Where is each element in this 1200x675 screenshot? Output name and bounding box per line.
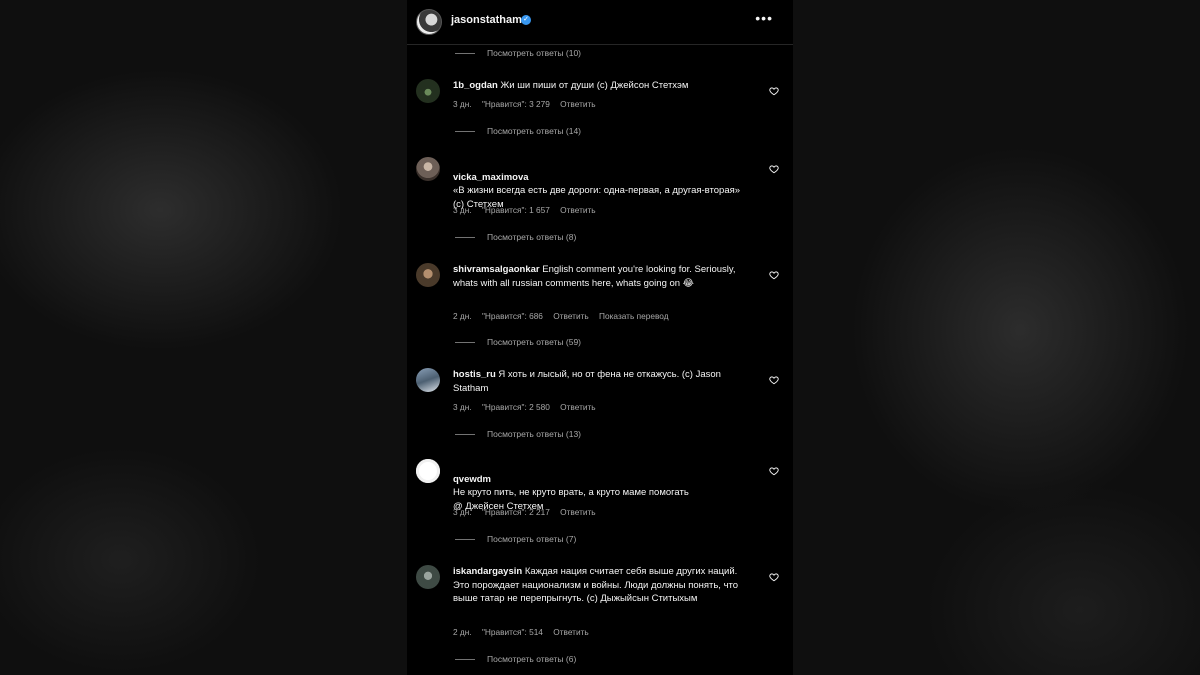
reply-button[interactable]: Ответить (560, 99, 595, 109)
show-translation-button[interactable]: Показать перевод (599, 311, 669, 321)
reply-button[interactable]: Ответить (560, 507, 595, 517)
account-username[interactable]: jasonstatham (451, 14, 522, 26)
like-heart-icon[interactable] (769, 572, 779, 582)
commenter-avatar[interactable] (416, 368, 440, 392)
comment-time: 3 дн. (453, 507, 472, 517)
comments-panel: jasonstatham ✓ ••• Посмотреть ответы (10… (407, 0, 793, 675)
comment-text: vicka_maximova «В жизни всегда есть две … (453, 157, 743, 211)
reply-button[interactable]: Ответить (560, 205, 595, 215)
comment-text: shivramsalgaonkar English comment you're… (453, 263, 743, 290)
reply-button[interactable]: Ответить (553, 311, 588, 321)
replies-divider (455, 237, 475, 239)
view-replies-label: Посмотреть ответы (7) (487, 534, 577, 544)
comment-time: 3 дн. (453, 99, 472, 109)
comment-meta: 3 дн. "Нравится": 3 279 Ответить (453, 99, 604, 109)
replies-divider (455, 659, 475, 661)
commenter-username[interactable]: vicka_maximova (453, 172, 529, 183)
comment-likes[interactable]: "Нравится": 2 217 (482, 507, 550, 517)
replies-divider (455, 53, 475, 55)
comment-meta: 3 дн. "Нравится": 2 580 Ответить (453, 402, 604, 412)
view-replies-button[interactable]: Посмотреть ответы (8) (455, 232, 576, 246)
commenter-avatar[interactable] (416, 459, 440, 483)
commenter-username[interactable]: shivramsalgaonkar (453, 264, 540, 275)
commenter-username[interactable]: hostis_ru (453, 369, 496, 380)
view-replies-label: Посмотреть ответы (14) (487, 126, 581, 136)
replies-divider (455, 434, 475, 436)
view-replies-button[interactable]: Посмотреть ответы (13) (455, 429, 581, 443)
like-heart-icon[interactable] (769, 375, 779, 385)
view-replies-label: Посмотреть ответы (6) (487, 654, 577, 664)
comment-content: Жи ши пиши от души (с) Джейсон Стетхэм (500, 80, 689, 91)
view-replies-label: Посмотреть ответы (10) (487, 48, 581, 58)
view-replies-label: Посмотреть ответы (59) (487, 337, 581, 347)
more-options-icon[interactable]: ••• (755, 10, 773, 26)
verified-badge-icon: ✓ (521, 15, 531, 25)
commenter-username[interactable]: qvewdm (453, 474, 491, 485)
reply-button[interactable]: Ответить (560, 402, 595, 412)
comment-likes[interactable]: "Нравится": 514 (482, 627, 543, 637)
replies-divider (455, 131, 475, 133)
replies-divider (455, 342, 475, 344)
like-heart-icon[interactable] (769, 86, 779, 96)
reply-button[interactable]: Ответить (553, 627, 588, 637)
post-header: jasonstatham ✓ ••• (407, 0, 793, 45)
comment-text: hostis_ru Я хоть и лысый, но от фена не … (453, 368, 743, 395)
comment-meta: 3 дн. "Нравится": 1 657 Ответить (453, 205, 604, 215)
comment-meta: 3 дн. "Нравится": 2 217 Ответить (453, 507, 604, 517)
like-heart-icon[interactable] (769, 164, 779, 174)
comment-text: 1b_ogdan Жи ши пиши от души (с) Джейсон … (453, 79, 743, 93)
view-replies-label: Посмотреть ответы (8) (487, 232, 577, 242)
view-replies-button[interactable]: Посмотреть ответы (10) (455, 48, 581, 62)
comment-meta: 2 дн. "Нравится": 514 Ответить (453, 627, 597, 637)
like-heart-icon[interactable] (769, 466, 779, 476)
comment-likes[interactable]: "Нравится": 686 (482, 311, 543, 321)
commenter-avatar[interactable] (416, 565, 440, 589)
comment-time: 3 дн. (453, 402, 472, 412)
commenter-avatar[interactable] (416, 263, 440, 287)
comment-text: iskandargaysin Каждая нация считает себя… (453, 565, 743, 606)
commenter-avatar[interactable] (416, 79, 440, 103)
replies-divider (455, 539, 475, 541)
comment-likes[interactable]: "Нравится": 2 580 (482, 402, 550, 412)
commenter-avatar[interactable] (416, 157, 440, 181)
like-heart-icon[interactable] (769, 270, 779, 280)
view-replies-button[interactable]: Посмотреть ответы (7) (455, 534, 576, 548)
comment-time: 3 дн. (453, 205, 472, 215)
comment-text: qvewdm Не круто пить, не круто врать, а … (453, 459, 743, 513)
commenter-username[interactable]: iskandargaysin (453, 566, 522, 577)
view-replies-button[interactable]: Посмотреть ответы (6) (455, 654, 576, 668)
comment-likes[interactable]: "Нравится": 1 657 (482, 205, 550, 215)
commenter-username[interactable]: 1b_ogdan (453, 80, 498, 91)
view-replies-label: Посмотреть ответы (13) (487, 429, 581, 439)
comment-time: 2 дн. (453, 627, 472, 637)
view-replies-button[interactable]: Посмотреть ответы (14) (455, 126, 581, 140)
comment-likes[interactable]: "Нравится": 3 279 (482, 99, 550, 109)
comment-time: 2 дн. (453, 311, 472, 321)
view-replies-button[interactable]: Посмотреть ответы (59) (455, 337, 581, 351)
account-avatar[interactable] (416, 9, 442, 35)
comment-meta: 2 дн. "Нравится": 686 Ответить Показать … (453, 311, 677, 321)
